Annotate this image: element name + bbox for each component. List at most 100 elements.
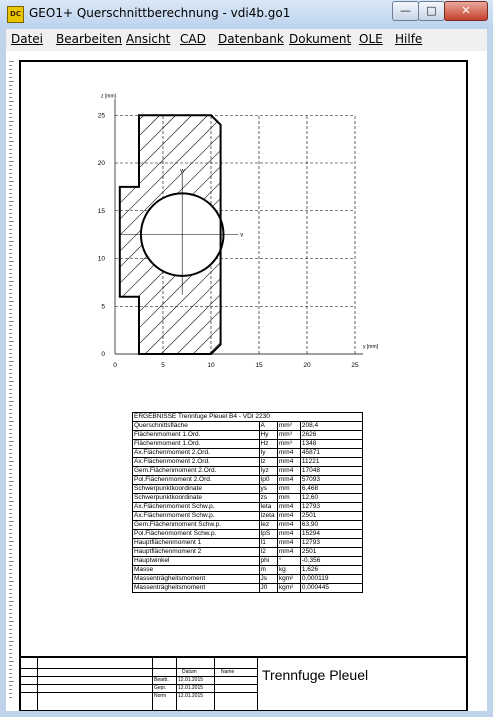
results-header: ERGEBNISSE Trennfuge Pleuel B4 - VDI 223… bbox=[132, 412, 363, 422]
menu-ansicht[interactable]: Ansicht bbox=[126, 32, 170, 46]
hatch-line bbox=[359, 84, 466, 364]
document-area[interactable]: v w 0 5 10 15 20 25 0 5 10 15 20 25 y [mm] z [mm] ERGEB… bbox=[6, 51, 487, 711]
hatch-line bbox=[231, 84, 466, 364]
result-symbol: Js bbox=[258, 574, 278, 584]
result-name: Massenträgheitsmoment bbox=[132, 583, 260, 593]
result-name: Ax.Flächenmoment 2.Ord. bbox=[132, 448, 260, 458]
result-symbol: zs bbox=[258, 493, 278, 503]
datum-label: Datum bbox=[182, 669, 197, 675]
results-row: Massenträgheitsmoment J0 kgm² 0,000445 bbox=[132, 583, 364, 593]
results-row: Ax.Flächenmoment Schw.p. Ieta mm4 12793 bbox=[132, 502, 364, 512]
result-value: 15294 bbox=[299, 529, 364, 539]
result-name: Schwerpunktkoordinate bbox=[132, 484, 260, 494]
window-bottom-frame bbox=[0, 711, 493, 717]
results-row: Hauptflächenmoment 2 I2 mm4 2501 bbox=[132, 547, 364, 557]
norm-date: 12.01.2015 bbox=[178, 693, 204, 699]
drawing-title: Trennfuge Pleuel bbox=[262, 667, 369, 683]
hatch-line bbox=[375, 84, 466, 364]
result-symbol: Iez bbox=[258, 520, 278, 530]
result-name: Ax.Flächenmoment Schw.p. bbox=[132, 502, 260, 512]
result-symbol: Ieta bbox=[258, 502, 278, 512]
name-label: Name bbox=[221, 669, 235, 675]
hatch-line bbox=[295, 84, 466, 364]
result-unit: mm4 bbox=[276, 502, 301, 512]
x-tick-label: 15 bbox=[255, 362, 263, 369]
results-row: Masse m kg 1,626 bbox=[132, 565, 364, 575]
results-header-row: ERGEBNISSE Trennfuge Pleuel B4 - VDI 223… bbox=[132, 412, 363, 422]
result-symbol: J0 bbox=[258, 583, 278, 593]
menu-dokument[interactable]: Dokument bbox=[289, 32, 351, 46]
result-unit: mm bbox=[276, 493, 301, 503]
result-symbol: Hz bbox=[258, 439, 278, 449]
result-symbol: Iz bbox=[258, 457, 278, 467]
result-symbol: A bbox=[258, 421, 278, 431]
hatch-line bbox=[21, 84, 95, 364]
menu-cad[interactable]: CAD bbox=[180, 32, 206, 46]
minimize-button[interactable]: — bbox=[392, 1, 419, 21]
result-unit: kgm² bbox=[276, 583, 301, 593]
result-unit: kg bbox=[276, 565, 301, 575]
result-unit: ° bbox=[276, 556, 301, 566]
result-value: 6,468 bbox=[299, 484, 364, 494]
window-title: GEO1+ Querschnittberechnung - vdi4b.go1 bbox=[29, 6, 291, 20]
result-value: 17048 bbox=[299, 466, 364, 476]
x-tick-label: 5 bbox=[161, 362, 165, 369]
result-value: 0,000119 bbox=[299, 574, 364, 584]
result-value: 1,626 bbox=[299, 565, 364, 575]
app-icon[interactable]: DC bbox=[7, 6, 24, 23]
hatch-line bbox=[119, 115, 128, 354]
result-value: 11221 bbox=[299, 457, 364, 467]
hatch-line bbox=[391, 84, 466, 364]
hatch-line bbox=[311, 84, 466, 364]
results-row: Ax.Flächenmoment 2.Ord. Iz mm4 11221 bbox=[132, 457, 364, 467]
y-axis-label: z [mm] bbox=[101, 93, 117, 99]
result-symbol: IpS bbox=[258, 529, 278, 539]
result-symbol: Iyz bbox=[258, 466, 278, 476]
menu-ole[interactable]: OLE bbox=[359, 32, 383, 46]
results-row: Gem.Flächenmoment Schw.p. Iez mm4 63,90 bbox=[132, 520, 364, 530]
menu-datei[interactable]: Datei bbox=[11, 32, 43, 46]
x-tick-label: 0 bbox=[113, 362, 117, 369]
hatch-line bbox=[247, 84, 466, 364]
close-button[interactable]: ✕ bbox=[444, 1, 488, 21]
result-name: Pol.Flächenmoment 2.Ord. bbox=[132, 475, 260, 485]
result-name: Massenträgheitsmoment bbox=[132, 574, 260, 584]
hatch-line bbox=[439, 84, 466, 364]
y-tick-label: 25 bbox=[98, 112, 106, 119]
result-symbol: I2 bbox=[258, 547, 278, 557]
result-value: 2501 bbox=[299, 547, 364, 557]
result-value: 12,60 bbox=[299, 493, 364, 503]
hatch-line bbox=[407, 84, 466, 364]
result-symbol: Hy bbox=[258, 430, 278, 440]
result-name: Hauptflächenmoment 1 bbox=[132, 538, 260, 548]
menu-bar: Datei Bearbeiten Ansicht CAD Datenbank D… bbox=[6, 29, 487, 51]
menu-datenbank[interactable]: Datenbank bbox=[218, 32, 284, 46]
results-row: Pol.Flächenmoment Schw.p. IpS mm4 15294 bbox=[132, 529, 364, 539]
result-unit: mm4 bbox=[276, 457, 301, 467]
result-unit: kgm² bbox=[276, 574, 301, 584]
hatch-line bbox=[119, 115, 144, 354]
results-row: Flächenmoment 1.Ord. Hz mm³ 1348 bbox=[132, 439, 364, 449]
result-value: 208,4 bbox=[299, 421, 364, 431]
result-name: Gem.Flächenmoment Schw.p. bbox=[132, 520, 260, 530]
hatch-line bbox=[423, 84, 466, 364]
results-row: Ax.Flächenmoment Schw.p. Izeta mm4 2501 bbox=[132, 511, 364, 521]
hatch-line bbox=[119, 115, 221, 354]
menu-bearbeiten[interactable]: Bearbeiten bbox=[56, 32, 122, 46]
maximize-button[interactable]: □ bbox=[418, 1, 445, 21]
result-name: Hauptwinkel bbox=[132, 556, 260, 566]
title-bar: DC GEO1+ Querschnittberechnung - vdi4b.g… bbox=[0, 0, 493, 28]
x-tick-label: 20 bbox=[303, 362, 311, 369]
hatch-line bbox=[343, 84, 466, 364]
result-value: 2626 bbox=[299, 430, 364, 440]
results-table: ERGEBNISSE Trennfuge Pleuel B4 - VDI 223… bbox=[132, 412, 364, 593]
section-hatching bbox=[21, 84, 466, 364]
result-unit: mm4 bbox=[276, 448, 301, 458]
result-value: -0,356 bbox=[299, 556, 364, 566]
x-tick-label: 10 bbox=[207, 362, 215, 369]
result-symbol: phi bbox=[258, 556, 278, 566]
x-axis-label: y [mm] bbox=[363, 344, 379, 350]
menu-hilfe[interactable]: Hilfe bbox=[395, 32, 422, 46]
w-axis-label: w bbox=[179, 169, 185, 175]
result-name: Ax.Flächenmoment 2.Ord. bbox=[132, 457, 260, 467]
